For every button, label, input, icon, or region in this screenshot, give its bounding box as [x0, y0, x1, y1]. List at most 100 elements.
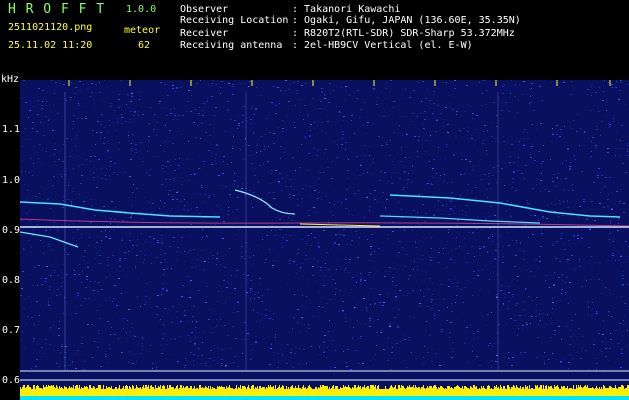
baseline-sample: [293, 388, 294, 396]
baseline-sample: [434, 385, 435, 396]
baseline-sample: [457, 385, 458, 396]
baseline-sample: [300, 388, 301, 396]
baseline-sample: [144, 388, 145, 396]
baseline-sample: [142, 387, 143, 396]
baseline-sample: [485, 389, 486, 396]
baseline-sample: [556, 386, 557, 396]
baseline-sample: [549, 387, 550, 396]
baseline-sample: [541, 385, 542, 396]
baseline-sample: [472, 388, 473, 396]
baseline-sample: [302, 387, 303, 396]
baseline-sample: [114, 389, 115, 396]
baseline-sample: [85, 387, 86, 396]
baseline-sample: [627, 385, 628, 396]
baseline-sample: [128, 389, 129, 396]
baseline-sample: [346, 387, 347, 396]
baseline-sample: [329, 387, 330, 396]
baseline-sample: [577, 388, 578, 396]
baseline-sample: [310, 387, 311, 396]
baseline-sample: [54, 387, 55, 396]
baseline-sample: [151, 385, 152, 396]
baseline-sample: [33, 385, 34, 396]
y-tick-label: 0.8: [2, 275, 21, 286]
baseline-sample: [383, 389, 384, 396]
baseline-sample: [343, 385, 344, 396]
baseline-sample: [180, 385, 181, 396]
baseline-sample: [190, 386, 191, 396]
baseline-sample: [308, 386, 309, 396]
baseline-sample: [564, 386, 565, 396]
baseline-sample: [56, 385, 57, 396]
baseline-sample: [99, 385, 100, 396]
baseline-sample: [207, 388, 208, 396]
baseline-sample: [415, 385, 416, 396]
baseline-sample: [110, 388, 111, 396]
baseline-sample: [284, 389, 285, 396]
baseline-sample: [311, 388, 312, 396]
baseline-sample: [624, 389, 625, 396]
baseline-sample: [403, 386, 404, 396]
baseline-sample: [341, 388, 342, 396]
baseline-sample: [405, 389, 406, 396]
baseline-sample: [248, 385, 249, 396]
baseline-sample: [592, 387, 593, 396]
baseline-sample: [611, 387, 612, 396]
baseline-sample: [67, 389, 68, 396]
header-panel: H R O F F T 1.0.0 2511021120.png meteor …: [0, 0, 629, 68]
baseline-sample: [286, 386, 287, 396]
baseline-sample: [375, 385, 376, 396]
baseline-sample: [133, 386, 134, 396]
baseline-sample: [362, 387, 363, 396]
baseline-sample: [618, 387, 619, 396]
baseline-sample: [462, 386, 463, 396]
baseline-sample: [264, 387, 265, 396]
baseline-sample: [51, 385, 52, 396]
baseline-sample: [63, 389, 64, 396]
info-label-receiver: Receiver: [180, 28, 229, 39]
baseline-sample: [185, 387, 186, 396]
baseline-sample: [145, 385, 146, 396]
baseline-sample: [437, 389, 438, 396]
baseline-sample: [75, 386, 76, 396]
baseline-sample: [208, 386, 209, 396]
baseline-sample: [563, 386, 564, 396]
baseline-sample: [222, 387, 223, 396]
baseline-sample: [523, 387, 524, 396]
baseline-sample: [586, 387, 587, 396]
baseline-sample: [514, 386, 515, 396]
baseline-sample: [373, 385, 374, 396]
app-name: H R O F F T: [8, 2, 106, 17]
baseline-sample: [332, 386, 333, 396]
baseline-sample: [501, 387, 502, 396]
baseline-sample: [398, 385, 399, 396]
baseline-sample: [255, 387, 256, 396]
baseline-sample: [280, 388, 281, 396]
baseline-sample: [275, 385, 276, 396]
baseline-sample: [500, 385, 501, 396]
baseline-sample: [267, 388, 268, 396]
baseline-sample: [202, 387, 203, 396]
baseline-sample: [45, 387, 46, 396]
baseline-sample: [174, 389, 175, 396]
baseline-sample: [160, 385, 161, 396]
baseline-sample: [582, 388, 583, 396]
baseline-sample: [409, 385, 410, 396]
baseline-sample: [92, 388, 93, 396]
baseline-sample: [505, 389, 506, 396]
baseline-sample: [367, 386, 368, 396]
baseline-sample: [79, 385, 80, 396]
baseline-sample: [334, 389, 335, 396]
baseline-sample: [488, 385, 489, 396]
baseline-sample: [548, 386, 549, 396]
baseline-sample: [483, 386, 484, 396]
baseline-sample: [480, 389, 481, 396]
baseline-sample: [104, 389, 105, 396]
baseline-sample: [309, 385, 310, 396]
baseline-sample: [59, 386, 60, 396]
baseline-sample: [596, 386, 597, 396]
baseline-sample: [158, 386, 159, 396]
baseline-sample: [589, 388, 590, 396]
baseline-sample: [521, 389, 522, 396]
baseline-sample: [298, 385, 299, 396]
baseline-sample: [408, 387, 409, 396]
